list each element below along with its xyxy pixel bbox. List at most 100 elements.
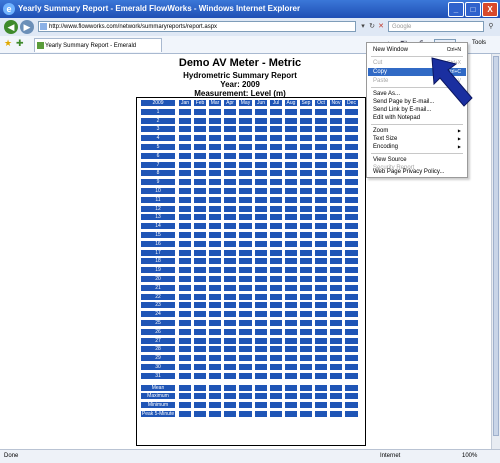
table-cell [194,152,206,159]
table-cell [255,144,267,150]
table-cell [255,223,267,230]
table-cell [224,196,236,203]
table-cell [224,328,236,335]
menu-item-zoom[interactable]: Zoom [373,127,461,135]
table-cell [300,372,312,379]
table-cell [285,161,297,168]
table-cell [345,372,358,379]
table-cell [239,249,252,256]
month-header-feb: Feb [194,100,206,106]
table-cell [345,267,358,274]
table-cell [330,188,342,194]
favorites-star-icon[interactable]: ★ [4,38,12,49]
table-cell [209,170,221,177]
table-cell [315,355,327,362]
table-cell [285,311,297,318]
stat-cell [330,393,342,400]
day-label: 25 [141,320,175,326]
table-cell [285,214,297,221]
day-label: 12 [141,205,175,212]
menu-item-new-window[interactable]: New Window Ctrl+N [373,46,461,54]
search-input[interactable]: Google [388,21,484,32]
table-cell [179,214,191,221]
maximize-button[interactable]: □ [465,2,481,17]
minimize-button[interactable]: _ [448,2,464,17]
table-cell [315,196,327,203]
table-cell [209,346,221,353]
table-cell [224,152,236,159]
table-cell [194,108,206,115]
table-cell [315,179,327,186]
table-cell [255,135,267,142]
table-cell [270,258,282,265]
table-cell [285,258,297,265]
window-titlebar: e Yearly Summary Report - Emerald FlowWo… [0,0,500,18]
table-cell [224,188,236,194]
table-cell [315,302,327,309]
table-cell [315,170,327,177]
add-favorites-icon[interactable]: ✚ [16,38,24,49]
table-cell [270,152,282,159]
day-label: 23 [141,302,175,309]
search-icon[interactable]: ⚲ [486,21,496,32]
menu-item-encoding[interactable]: Encoding [373,143,461,151]
stat-cell [255,384,267,391]
page-icon [40,23,47,30]
tools-menu-button[interactable]: Tools [472,40,486,46]
menu-item-text-size[interactable]: Text Size [373,135,461,143]
table-cell [209,205,221,212]
table-cell [194,311,206,318]
table-cell [315,311,327,318]
table-cell [300,161,312,168]
back-button[interactable]: ◀ [4,20,18,34]
summary-table: 2009 Jan Feb Mar Apr May Jun Jul Aug Sep Oct Nov Dec… [136,97,366,446]
table-cell [224,302,236,309]
table-cell [239,267,252,274]
table-cell [330,302,342,309]
table-cell [255,232,267,238]
forward-button[interactable]: ▶ [20,20,34,34]
day-label: 30 [141,364,175,370]
menu-item-edit-notepad[interactable]: Edit with Notepad [373,114,461,122]
table-cell [330,196,342,203]
table-cell [209,108,221,115]
table-cell [209,232,221,238]
table-cell [315,205,327,212]
table-cell [300,302,312,309]
table-cell [224,355,236,362]
menu-item-privacy-policy[interactable]: Web Page Privacy Policy... [373,168,461,176]
close-button[interactable]: X [482,2,498,17]
table-cell [270,196,282,203]
table-cell [300,152,312,159]
table-cell [179,205,191,212]
table-cell [179,152,191,159]
table-cell [270,276,282,282]
day-label: 8 [141,170,175,177]
stop-icon[interactable]: ✕ [376,21,386,32]
table-cell [209,302,221,309]
table-cell [285,135,297,142]
table-cell [224,240,236,247]
table-cell [239,108,252,115]
address-field[interactable]: http://www.flowworks.com/network/summary… [38,21,356,32]
vertical-scrollbar[interactable] [491,54,500,449]
table-cell [224,293,236,300]
table-cell [194,126,206,133]
table-cell [345,161,358,168]
month-header-jan: Jan [179,100,191,106]
day-label: 16 [141,240,175,247]
scrollbar-thumb[interactable] [493,56,499,436]
stat-label: Mean [141,384,175,391]
month-header-jul: Jul [270,100,282,106]
menu-item-view-source[interactable]: View Source [373,156,461,164]
table-cell [330,240,342,247]
table-cell [270,328,282,335]
table-cell [315,372,327,379]
table-cell [179,355,191,362]
zoom-level[interactable]: 100% [462,450,477,463]
table-cell [255,284,267,291]
tab-yearly-summary[interactable]: Yearly Summary Report - Emerald FlowWork… [34,38,162,63]
table-cell [300,196,312,203]
table-cell [330,320,342,326]
table-cell [345,152,358,159]
